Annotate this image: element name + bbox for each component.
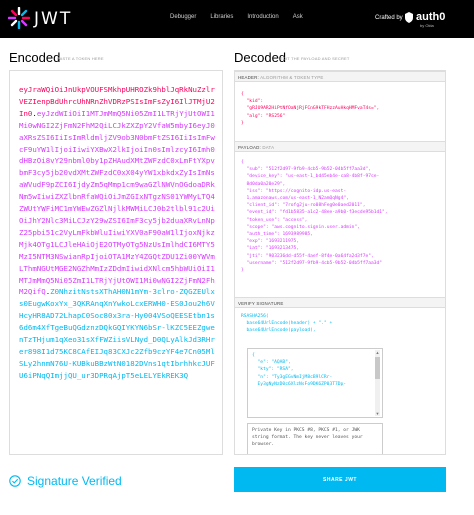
auth0-brand-sub: by Okta [420,23,434,28]
header-section-head: HEADER: ALGORITHM & TOKEN TYPE [235,71,445,82]
payload-json-line: "sub": "512f2d97-9fb9-4cb5-9b52-04b5ff7a… [241,167,371,173]
scroll-up-icon[interactable]: ▲ [375,350,380,355]
public-key-line: "kty": "RSA", [252,367,294,373]
payload-json-editor[interactable]: { "sub": "512f2d97-9fb9-4cb5-9b52-04b5ff… [241,159,388,274]
header-json-line: { [241,92,244,97]
header-json-line: "alg": "RS256" [241,113,286,119]
check-circle-icon [9,475,21,487]
payload-json-line: "iat": "1693213475, [241,246,300,252]
verify-section-label: VERIFY SIGNATURE [238,301,284,306]
payload-json-line: "event_id": "fd1b5835-a1c2-48ee-a9b0-f3e… [241,210,388,216]
header-json-line: "gRJU9AR2HiPtNfOaNjRjFCnG9kTFHzzAuHkqHMF… [241,106,380,112]
encoded-token-text[interactable]: eyJraWQiOiJnUkpVOUFSMkhpUHROZk9hblJqRkNu… [19,84,215,382]
nav-ask[interactable]: Ask [293,14,303,20]
payload-json-line: "auth_time": 1693989985, [241,232,313,238]
payload-json-line: "iss": "https://cognito-idp.us-east- [241,188,347,194]
payload-json-line: { [241,160,244,165]
payload-json-line: "username": "512f2d97-9fb9-4cb5-9b52-04b… [241,260,383,266]
verify-section-head: VERIFY SIGNATURE [235,297,445,308]
decoded-title: Decoded [234,50,287,65]
payload-section-sub: DATA [262,145,275,150]
nav-introduction[interactable]: Introduction [247,14,278,20]
jwt-logo[interactable]: JWT [8,7,70,31]
public-key-text: { "e": "AQAB", "kty": "RSA", "n": "Ty3gE… [252,352,346,388]
payload-json-line: 8d0da0a20e29", [241,181,286,187]
decoded-hint: EDIT THE PAYLOAD AND SECRET [280,56,350,61]
share-jwt-button[interactable]: SHARE JWT [234,467,446,492]
verify-line-1: RSASHA256( [241,314,269,319]
nav-debugger[interactable]: Debugger [170,14,196,20]
main-nav: Debugger Libraries Introduction Ask [170,14,303,20]
signature-verified-label: Signature Verified [27,474,122,488]
header-json-line: } [241,120,244,126]
payload-json-line: "jti": "903236dd-d55f-4aef-8f4e-0a64fa2d… [241,253,374,259]
payload-json-line: "token_use": "access", [241,217,308,223]
public-key-scrollbar[interactable]: ▲ ▼ [375,350,380,416]
verify-line-3: base64UrlEncode(payload), [241,328,316,334]
scroll-down-icon[interactable]: ▼ [375,411,380,416]
encoded-title: Encoded [9,50,61,65]
header-section-sub: ALGORITHM & TOKEN TYPE [260,75,324,80]
verify-formula: RSASHA256( base64UrlEncode(header) + "."… [241,313,439,335]
auth0-brand[interactable]: auth0 [416,11,445,23]
scroll-thumb[interactable] [375,357,380,379]
payload-json-line: "scope": "aws.cognito.signin.user.admin"… [241,224,360,230]
crafted-by-label: Crafted by [375,15,403,21]
encoded-hint: PASTE A TOKEN HERE [57,56,104,61]
payload-json-line: 1.amazonaws.com/us-east-1_N2amQqNg4", [241,196,349,202]
public-key-line: "n": "Ty3gEGvNmIjM8cB9lCRr- [252,374,333,380]
payload-json-line: "exp": "1693211975, [241,239,300,245]
payload-json-line: "device_key": "us-east-1_bd45eb4e-ca8-4b… [241,174,380,180]
header-json-line: "kid": [241,99,264,105]
public-key-line: { [252,353,255,358]
token-signature-segment: Z0NhzitNstsXThAH0N1mYm-3clro-ZQGZEUlxs0E… [19,287,215,380]
verify-line-2: base64UrlEncode(header) + "." + [241,321,333,327]
jwt-logo-text: JWT [34,9,73,29]
jwt-logo-icon [8,7,30,29]
payload-json-line: "client_id": "7rofg2ju-ro08hFeg0e0aed201… [241,203,366,209]
private-key-input[interactable]: Private Key in PKCS #8, PKCS #1, or JWK … [247,423,383,454]
payload-section-head: PAYLOAD: DATA [235,141,445,152]
nav-libraries[interactable]: Libraries [210,14,233,20]
token-payload-segment: eyJzdWIiOiI1MTJmMmQ5Ni05ZmI1LTRjYjUtOWI1… [19,108,215,297]
encoded-token-input[interactable]: eyJraWQiOiJnUkpVOUFSMkhpUHROZk9hblJqRkNu… [9,70,223,455]
header-section-label: HEADER: [238,75,259,80]
public-key-line: "e": "AQAB", [252,360,291,366]
public-key-line: Ey3gNyNzD0c6XlzNsFo9DK6ZP03T7Dp- [252,381,347,387]
payload-json-line: } [241,268,244,274]
auth0-shield-icon [405,12,413,23]
top-bar: JWT Debugger Libraries Introduction Ask … [0,0,474,38]
public-key-input[interactable]: { "e": "AQAB", "kty": "RSA", "n": "Ty3gE… [247,348,383,418]
signature-verified-status: Signature Verified [9,472,122,490]
header-json-editor[interactable]: { "kid": "gRJU9AR2HiPtNfOaNjRjFCnG9kTFHz… [241,91,379,127]
decoded-panel: HEADER: ALGORITHM & TOKEN TYPE { "kid": … [234,70,446,455]
payload-section-label: PAYLOAD: [238,145,261,150]
